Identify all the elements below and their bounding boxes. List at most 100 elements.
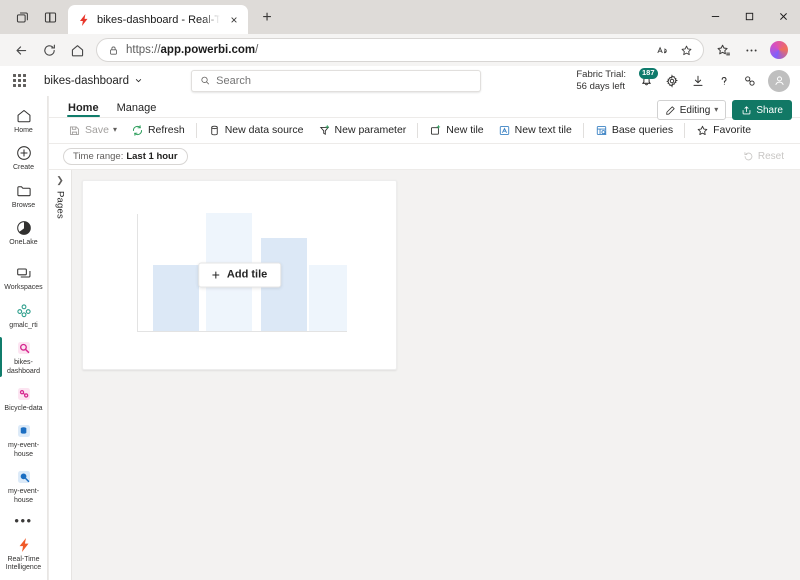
sidebar-item-onelake[interactable]: OneLake <box>0 214 48 251</box>
sidebar-item-label: OneLake <box>9 239 38 247</box>
favorites-list-icon[interactable] <box>710 37 736 63</box>
avatar[interactable] <box>768 69 790 92</box>
workspace-group-icon <box>16 304 31 318</box>
read-aloud-icon[interactable] <box>651 39 673 61</box>
address-bar[interactable]: https://app.powerbi.com/ <box>96 38 704 62</box>
sidebar-item-browse[interactable]: Browse <box>0 177 48 214</box>
split-screen-icon[interactable] <box>36 3 64 31</box>
header-actions: Fabric Trial: 56 days left 187 <box>576 67 790 93</box>
sidebar-item-home[interactable]: Home <box>0 102 48 139</box>
window-controls <box>698 0 800 32</box>
time-range-chip[interactable]: Time range: Last 1 hour <box>63 147 188 165</box>
trial-line-1: Fabric Trial: <box>576 69 626 81</box>
lightning-bolt-icon <box>79 13 88 26</box>
share-button[interactable]: Share <box>732 100 792 120</box>
illustration-bar <box>153 264 199 331</box>
sidebar-item-bikes-dashboard[interactable]: bikes-dashboard <box>0 334 48 380</box>
address-bar-url: https://app.powerbi.com/ <box>126 44 259 56</box>
sidebar-item-my-event-house[interactable]: my-event-house <box>0 463 48 509</box>
new-tile-button[interactable]: New tile <box>422 122 490 139</box>
sidebar-item-real-time-intelligence[interactable]: Real-Time Intelligence <box>0 531 48 580</box>
address-bar-actions <box>651 39 697 61</box>
app-launcher-icon[interactable] <box>6 68 32 94</box>
star-icon <box>697 125 708 135</box>
copilot-icon[interactable] <box>766 37 792 63</box>
new-tab-button[interactable]: + <box>254 5 280 31</box>
dashboard-canvas[interactable]: + Add tile <box>72 169 800 580</box>
time-range-label: Time range: <box>73 150 124 162</box>
favorite-label: Favorite <box>713 124 752 137</box>
add-tile-button[interactable]: + Add tile <box>197 262 282 288</box>
close-window-icon[interactable] <box>766 0 800 32</box>
base-queries-button[interactable]: Base queries <box>588 122 680 139</box>
sidebar-item-workspaces[interactable]: Workspaces <box>0 259 48 296</box>
new-parameter-button[interactable]: New parameter <box>311 122 414 139</box>
refresh-label: Refresh <box>147 124 185 137</box>
download-icon[interactable] <box>686 69 710 93</box>
tab-manage[interactable]: Manage <box>108 102 166 117</box>
gear-icon[interactable] <box>660 69 684 93</box>
time-range-value: Last 1 hour <box>126 150 178 162</box>
reload-icon[interactable] <box>36 37 62 63</box>
feedback-icon[interactable] <box>738 69 762 93</box>
realtime-dashboard-icon <box>17 342 30 355</box>
pages-panel[interactable]: ❯ Pages <box>49 169 72 580</box>
sidebar-item-label: bikes-dashboard <box>6 359 41 375</box>
help-icon[interactable] <box>712 69 736 93</box>
main-column: Home Manage Save ▾ Refresh New data sour… <box>48 95 800 580</box>
sidebar-item-bicycle-data[interactable]: Bicycle-data <box>0 380 48 417</box>
refresh-button[interactable]: Refresh <box>124 122 192 139</box>
pencil-icon <box>665 105 675 115</box>
chevron-down-icon: ▾ <box>714 105 719 114</box>
chevron-down-icon: ▾ <box>112 125 117 135</box>
save-label: Save <box>85 124 109 137</box>
text-tile-icon <box>499 126 509 135</box>
minimize-icon[interactable] <box>698 0 732 32</box>
base-queries-icon <box>596 126 607 135</box>
chevron-right-icon[interactable]: ❯ <box>56 175 64 185</box>
browser-tabstrip: bikes-dashboard - Real-Time Inte × + <box>0 0 800 34</box>
chevron-down-icon <box>135 79 142 83</box>
new-text-tile-button[interactable]: New text tile <box>491 122 579 139</box>
search-box[interactable] <box>190 69 481 92</box>
sidebar-more-button[interactable]: ••• <box>0 509 48 531</box>
fabric-app: bikes-dashboard Fabric Trial: 56 days le… <box>0 66 800 580</box>
editing-button[interactable]: Editing ▾ <box>656 100 727 120</box>
sidebar-item-my-event-house-kql[interactable]: my-event-house <box>0 417 48 463</box>
sidebar-item-label: Bicycle-data <box>4 405 43 413</box>
sidebar-item-label: Create <box>12 164 34 172</box>
sidebar-item-gmalc-rti[interactable]: gmalc_rti <box>0 297 48 334</box>
breadcrumb[interactable]: bikes-dashboard <box>44 75 143 87</box>
save-button[interactable]: Save ▾ <box>61 122 124 139</box>
ellipsis-icon[interactable] <box>738 37 764 63</box>
empty-tile-card[interactable]: + Add tile <box>82 179 397 370</box>
search-input[interactable] <box>216 74 472 87</box>
star-icon[interactable] <box>675 39 697 61</box>
reset-icon <box>744 152 753 161</box>
sidebar-item-label: my-event-house <box>7 488 40 504</box>
trial-status: Fabric Trial: 56 days left <box>576 69 626 93</box>
save-icon <box>69 126 80 135</box>
browser-toolbar: https://app.powerbi.com/ <box>0 34 800 66</box>
collections-icon[interactable] <box>8 3 36 31</box>
maximize-icon[interactable] <box>732 0 766 32</box>
share-label: Share <box>756 104 783 116</box>
tab-home[interactable]: Home <box>59 102 108 117</box>
plus-icon: + <box>211 266 220 283</box>
new-data-source-button[interactable]: New data source <box>201 122 311 139</box>
browser-tab[interactable]: bikes-dashboard - Real-Time Inte × <box>68 5 248 34</box>
lightning-bolt-icon <box>19 537 28 552</box>
pages-panel-label: Pages <box>54 190 66 219</box>
close-icon[interactable]: × <box>226 12 242 28</box>
sidebar-item-label: Real-Time Intelligence <box>5 555 42 572</box>
divider <box>195 122 197 138</box>
home-icon[interactable] <box>64 37 90 63</box>
bell-icon[interactable]: 187 <box>634 67 658 93</box>
reset-button[interactable]: Reset <box>737 149 790 164</box>
sidebar-item-create[interactable]: Create <box>0 139 48 176</box>
app-header: bikes-dashboard Fabric Trial: 56 days le… <box>0 66 800 96</box>
editing-label: Editing <box>679 104 711 116</box>
folder-icon <box>16 185 31 196</box>
back-arrow-icon[interactable] <box>8 37 34 63</box>
favorite-button[interactable]: Favorite <box>689 122 758 139</box>
